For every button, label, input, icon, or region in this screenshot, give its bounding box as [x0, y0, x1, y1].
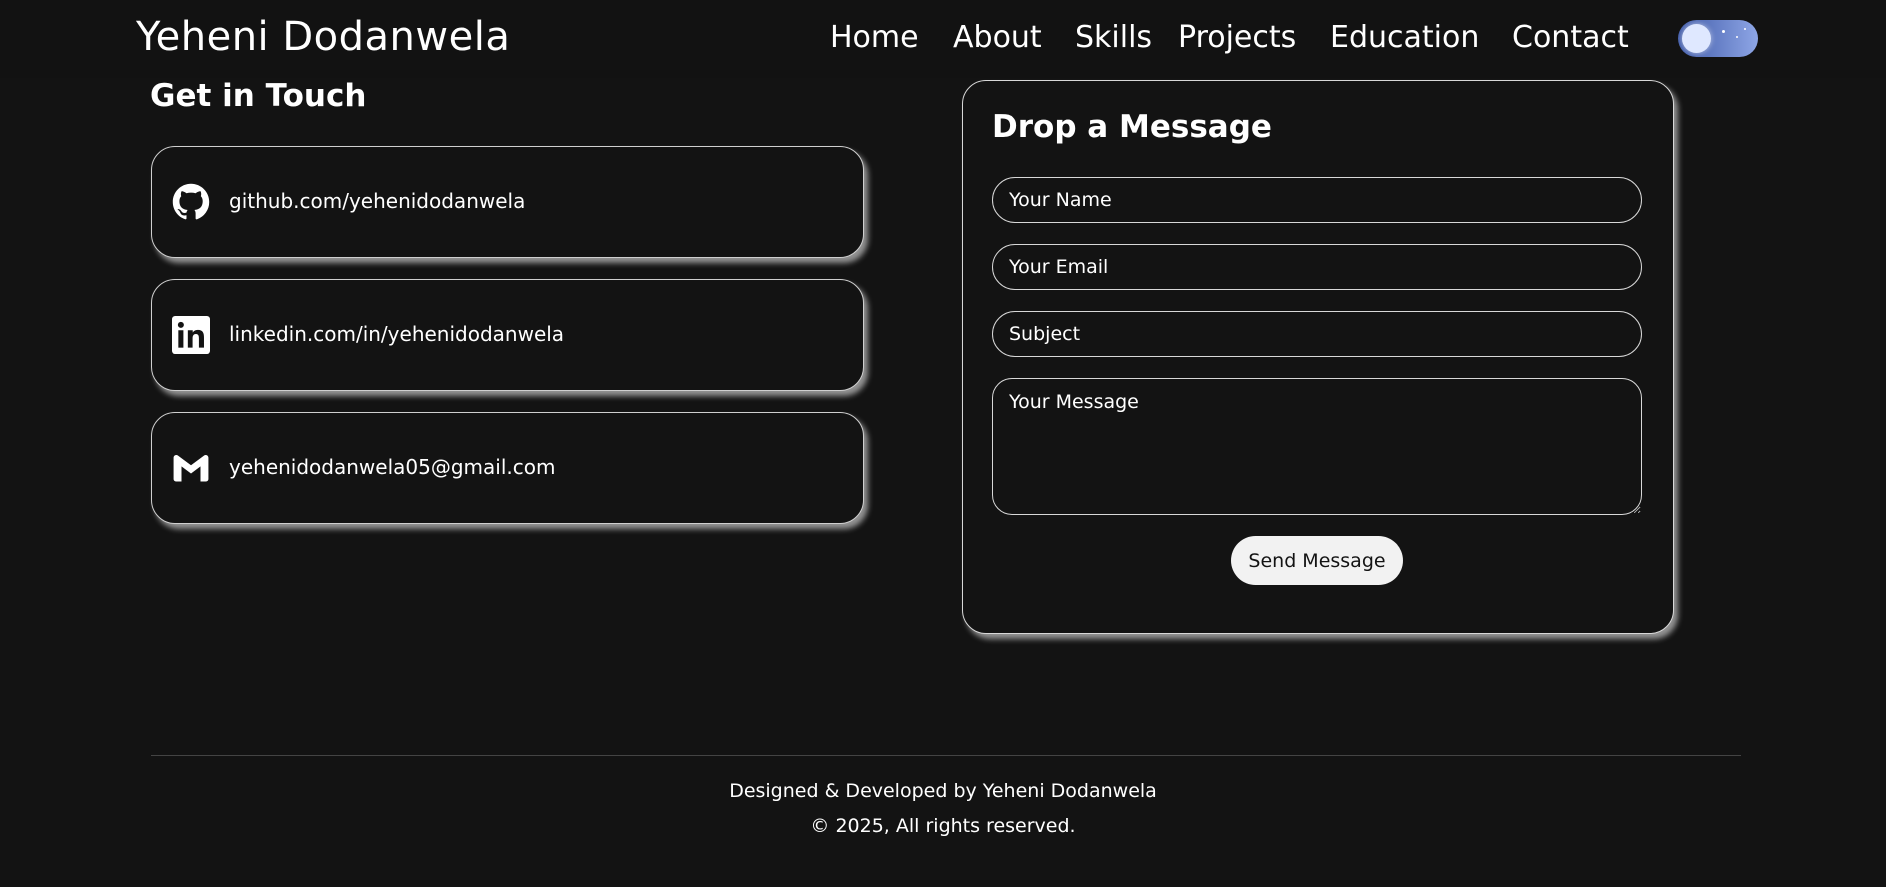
nav-about[interactable]: About	[953, 20, 1042, 55]
star-icon	[1722, 30, 1725, 33]
linkedin-link-text: linkedin.com/in/yehenidodanwela	[229, 322, 565, 346]
footer-credit: Designed & Developed by Yeheni Dodanwela	[729, 780, 1157, 802]
gmail-icon	[173, 454, 209, 482]
nav-projects[interactable]: Projects	[1178, 20, 1296, 55]
email-link-text: yehenidodanwela05@gmail.com	[229, 455, 556, 479]
star-icon	[1736, 36, 1738, 38]
nav-contact[interactable]: Contact	[1512, 20, 1629, 55]
footer-divider	[151, 755, 1741, 756]
brand-name[interactable]: Yeheni Dodanwela	[136, 14, 510, 60]
linkedin-icon	[172, 316, 210, 354]
email-input[interactable]	[992, 244, 1642, 290]
site-header: Yeheni Dodanwela Home About Skills Proje…	[0, 0, 1886, 78]
send-message-button[interactable]: Send Message	[1231, 536, 1403, 585]
nav-education[interactable]: Education	[1330, 20, 1479, 55]
github-contact-card[interactable]: github.com/yehenidodanwela	[151, 146, 864, 258]
nav-skills[interactable]: Skills	[1075, 20, 1152, 55]
github-icon	[172, 183, 210, 220]
linkedin-contact-card[interactable]: linkedin.com/in/yehenidodanwela	[151, 279, 864, 391]
nav-home[interactable]: Home	[830, 20, 919, 55]
star-icon	[1744, 28, 1746, 30]
footer-copyright: © 2025, All rights reserved.	[810, 815, 1076, 837]
github-link-text: github.com/yehenidodanwela	[229, 189, 526, 213]
contact-section-title: Get in Touch	[150, 78, 367, 114]
message-form: Drop a Message Send Message	[962, 80, 1674, 634]
message-textarea[interactable]	[992, 378, 1642, 515]
theme-toggle[interactable]	[1678, 20, 1758, 57]
name-input[interactable]	[992, 177, 1642, 223]
subject-input[interactable]	[992, 311, 1642, 357]
form-title: Drop a Message	[992, 109, 1272, 145]
moon-toggle-icon	[1682, 24, 1711, 53]
email-contact-card[interactable]: yehenidodanwela05@gmail.com	[151, 412, 864, 524]
